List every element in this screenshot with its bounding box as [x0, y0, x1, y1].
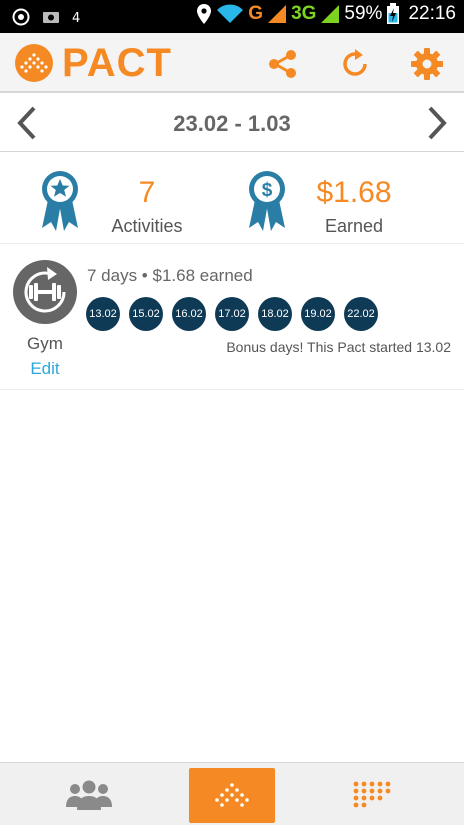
- tab-pact[interactable]: [189, 768, 275, 823]
- wifi-icon: [217, 4, 244, 23]
- day-badge: 18.02: [258, 297, 292, 331]
- app-bar: PACT: [0, 33, 464, 93]
- day-badge: 22.02: [344, 297, 378, 331]
- screenshot-icon: [43, 12, 59, 23]
- activities-count: 7: [138, 176, 156, 209]
- pact-logo-icon: [15, 44, 53, 82]
- tab-grid[interactable]: [284, 763, 464, 825]
- star-ribbon-icon: [42, 171, 78, 231]
- svg-text:4: 4: [72, 11, 80, 25]
- clock: 22:16: [408, 3, 456, 24]
- app-title: PACT: [62, 41, 172, 85]
- earned-label: Earned: [324, 216, 384, 236]
- dollar-ribbon-icon: $: [249, 171, 285, 231]
- headset-icon: 4: [72, 11, 80, 25]
- app-logo: PACT: [14, 42, 172, 84]
- week-range: 23.02 - 1.03: [173, 111, 291, 136]
- pact-summary: 7 days • $1.68 earned: [87, 266, 253, 285]
- earned-amount: $1.68: [316, 176, 392, 209]
- activity-days: 13.02 15.02 16.02 17.02 18.02 19.02 22.0…: [86, 297, 378, 331]
- network-g-label: G: [248, 3, 264, 24]
- share-icon[interactable]: [266, 47, 300, 81]
- refresh-icon[interactable]: [338, 47, 372, 81]
- day-badge: 19.02: [301, 297, 335, 331]
- bonus-note: Bonus days! This Pact started 13.02: [226, 339, 451, 355]
- dot-grid-icon: [353, 781, 391, 808]
- battery-percent: 59%: [344, 3, 383, 24]
- summary-panel: 7 Activities $ $1.68 Earned: [0, 152, 464, 244]
- pact-logo-icon: [215, 783, 249, 807]
- week-navigator: 23.02 - 1.03: [0, 95, 464, 152]
- tab-group[interactable]: [0, 763, 180, 825]
- battery-charging-icon: [387, 3, 400, 24]
- edit-pact-link[interactable]: Edit: [0, 359, 90, 379]
- group-icon: [66, 780, 112, 810]
- day-badge: 16.02: [172, 297, 206, 331]
- gym-dumbbell-icon: [13, 260, 77, 324]
- chevron-right-icon[interactable]: [422, 105, 452, 141]
- signal-icon-2: [321, 5, 340, 23]
- gear-icon[interactable]: [410, 47, 444, 81]
- activities-label: Activities: [111, 216, 183, 236]
- day-badge: 13.02: [86, 297, 120, 331]
- vpn-icon: [12, 8, 30, 26]
- status-bar: 4 G 3G 59% 22:16: [0, 0, 464, 33]
- signal-icon-1: [268, 5, 287, 23]
- day-badge: 15.02: [129, 297, 163, 331]
- location-icon: [197, 4, 212, 24]
- bottom-tab-bar: [0, 762, 464, 825]
- network-3g-label: 3G: [291, 3, 317, 24]
- svg-text:$: $: [262, 180, 273, 201]
- pact-row-gym[interactable]: Gym Edit 7 days • $1.68 earned 13.02 15.…: [0, 245, 464, 390]
- pact-name: Gym: [27, 334, 63, 353]
- day-badge: 17.02: [215, 297, 249, 331]
